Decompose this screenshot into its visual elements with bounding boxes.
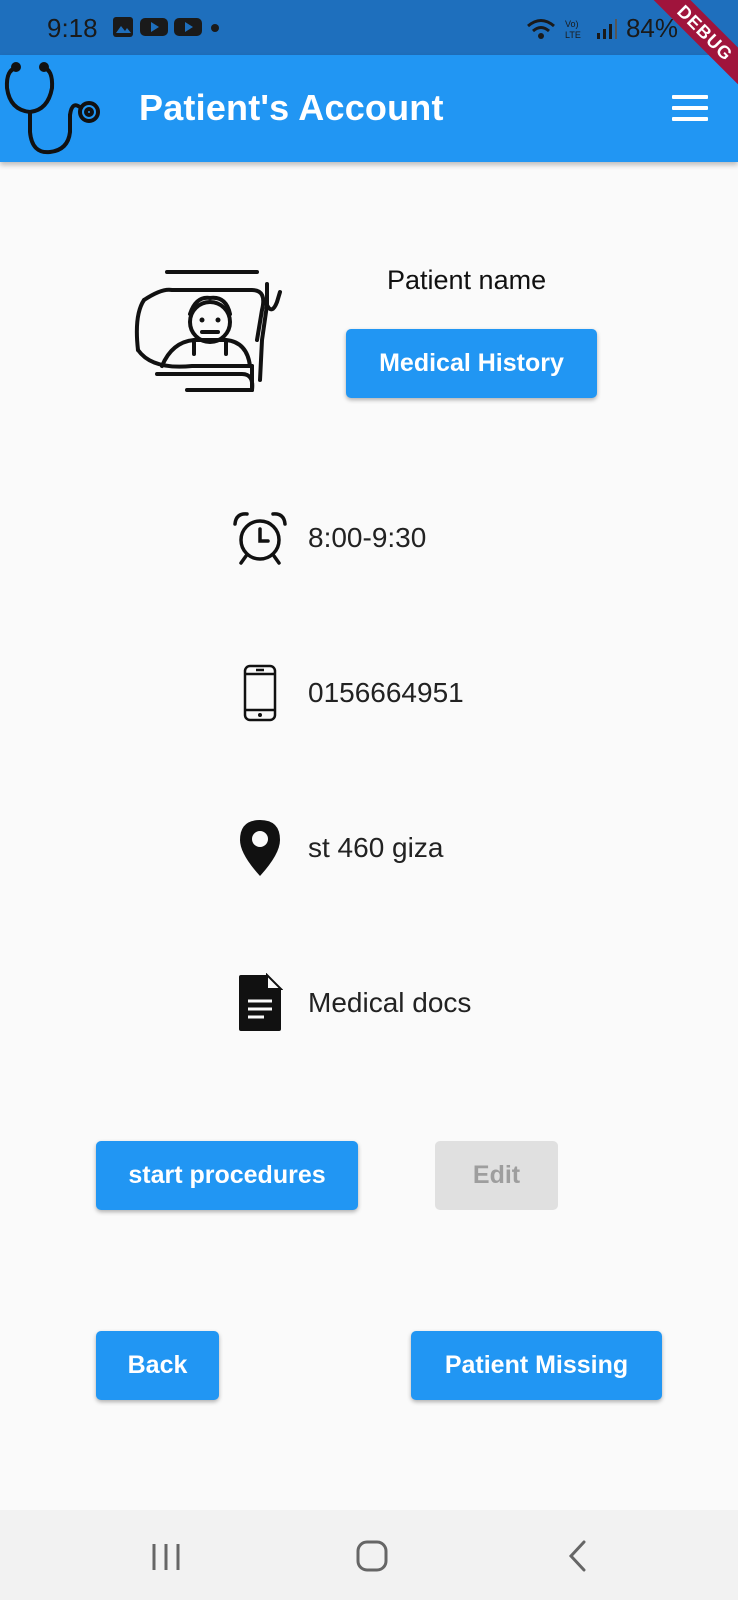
document-icon — [239, 973, 283, 1031]
svg-text:LTE: LTE — [565, 30, 581, 40]
edit-button[interactable]: Edit — [435, 1141, 558, 1210]
medical-docs-row[interactable]: Medical docs — [230, 973, 471, 1033]
stethoscope-icon — [4, 62, 100, 155]
menu-icon[interactable] — [672, 95, 708, 121]
wifi-icon — [526, 18, 555, 39]
youtube-icon — [174, 18, 202, 36]
medical-history-button[interactable]: Medical History — [346, 329, 597, 398]
dot-icon — [211, 24, 219, 32]
appointment-time: 8:00-9:30 — [308, 522, 427, 553]
home-icon[interactable] — [356, 1540, 388, 1572]
appointment-time-row: 8:00-9:30 — [230, 508, 426, 568]
back-button[interactable]: Back — [96, 1331, 219, 1400]
gallery-icon — [113, 17, 133, 37]
status-bar: 9:18 Vo) LTE 84% — [0, 0, 738, 55]
youtube-icon — [140, 18, 168, 36]
address-row: st 460 giza — [230, 818, 443, 878]
patient-name: Patient name — [387, 265, 547, 295]
status-time: 9:18 — [47, 13, 98, 43]
phone-row: 0156664951 — [230, 663, 464, 723]
location-pin-icon — [240, 820, 280, 876]
phone-number: 0156664951 — [308, 677, 464, 708]
patient-bed-icon — [134, 270, 282, 392]
battery-level: 84% — [625, 13, 678, 43]
svg-text:Vo): Vo) — [565, 19, 579, 29]
notification-icons — [112, 16, 222, 38]
signal-icon — [596, 18, 617, 39]
address: st 460 giza — [308, 832, 444, 863]
app-bar: Patient's Account — [0, 55, 738, 162]
alarm-clock-icon — [233, 512, 287, 565]
volte-icon: Vo)LTE — [565, 19, 581, 40]
back-nav-icon[interactable] — [566, 1540, 590, 1572]
system-icons: Vo) LTE 84% — [526, 13, 678, 44]
page-title: Patient's Account — [139, 87, 444, 128]
patient-missing-button[interactable]: Patient Missing — [411, 1331, 662, 1400]
phone-icon — [243, 664, 277, 722]
recent-apps-icon[interactable] — [150, 1542, 182, 1572]
system-nav-bar — [0, 1510, 738, 1600]
medical-docs-link[interactable]: Medical docs — [308, 987, 471, 1019]
start-procedures-button[interactable]: start procedures — [96, 1141, 358, 1210]
